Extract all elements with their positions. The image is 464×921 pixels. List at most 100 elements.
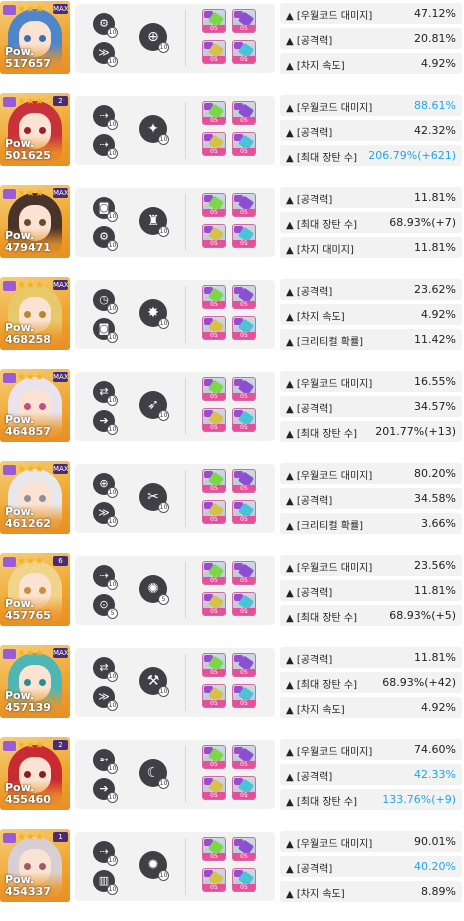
equipment-icon[interactable]: 05 (202, 224, 226, 248)
stat-row: ▲ [크리티컬 확률] 11.42% (280, 329, 462, 350)
equipment-icon[interactable]: 05 (232, 285, 256, 309)
character-portrait[interactable]: ★★★ MAX Pow. 468258 (0, 277, 70, 350)
character-portrait[interactable]: ★★★ 2 Pow. 455460 (0, 737, 70, 810)
equipment-icon[interactable]: 05 (232, 224, 256, 248)
stat-list: ▲ [우월코드 대미지] 16.55% ▲ [공격력] 34.57% ▲ [최대 장탄 … (280, 369, 464, 444)
equipment-icon[interactable]: 05 (202, 653, 226, 677)
class-icon (3, 648, 16, 659)
equipment-icon[interactable]: 05 (202, 9, 226, 33)
equipment-level: 05 (203, 332, 225, 339)
character-portrait[interactable]: ★★★ MAX Pow. 479471 (0, 185, 70, 258)
equipment-icon[interactable]: 05 (202, 408, 226, 432)
panel-divider (185, 102, 186, 159)
equipment-icon[interactable]: 05 (202, 132, 226, 156)
equipment-level: 05 (233, 332, 255, 339)
equipment-icon[interactable]: 05 (202, 40, 226, 64)
character-portrait[interactable]: ★★★ MAX Pow. 457139 (0, 645, 70, 718)
equipment-icon[interactable]: 05 (202, 868, 226, 892)
equipment-icon[interactable]: 05 (202, 316, 226, 340)
character-portrait[interactable]: ★★★ MAX Pow. 461262 (0, 461, 70, 534)
equipment-icon[interactable]: 05 (232, 193, 256, 217)
nikke-row[interactable]: ★★★ MAX Pow. 479471 ◙ 10 ⚙ 10 ♜ 10 05 05 05 05 ▲ [공격력]… (0, 184, 464, 262)
class-icon (3, 556, 16, 567)
equipment-icon[interactable]: 05 (232, 9, 256, 33)
stat-name: ▲ [공격력] (286, 864, 333, 875)
stat-row: ▲ [차지 속도] 4.92% (280, 304, 462, 325)
equipment-icon[interactable]: 05 (202, 285, 226, 309)
equipment-icon[interactable]: 05 (232, 316, 256, 340)
equipment-icon[interactable]: 05 (232, 40, 256, 64)
skill-level-badge: 10 (107, 516, 118, 527)
equipment-icon[interactable]: 05 (232, 745, 256, 769)
stat-value: 16.55% (414, 375, 456, 388)
skill-level-badge: 10 (107, 763, 118, 774)
stat-row: ▲ [차지 속도] 8.89% (280, 881, 462, 902)
nikke-row[interactable]: ★★★ MAX Pow. 464857 ⇄ 10 ➔ 10 ➶ 10 05 05 05 05 ▲ [우월코드… (0, 368, 464, 446)
equipment-icon[interactable]: 05 (202, 193, 226, 217)
equipment-icon[interactable]: 05 (202, 592, 226, 616)
skill-cube-panel: ◙ 10 ⚙ 10 ♜ 10 05 05 05 05 (75, 188, 275, 257)
skill-cube-panel: ⇢ 10 ⊙ 5 ✺ 5 05 05 05 05 (75, 556, 275, 625)
character-eye (24, 587, 31, 594)
equipment-level: 05 (203, 240, 225, 247)
equipment-icon[interactable]: 05 (202, 684, 226, 708)
equipment-level: 05 (203, 669, 225, 676)
star-rating: ★★★ (17, 555, 44, 567)
equipment-icon[interactable]: 05 (202, 377, 226, 401)
equipment-icon[interactable]: 05 (232, 377, 256, 401)
equipment-icon[interactable]: 05 (232, 868, 256, 892)
equipment-icon[interactable]: 05 (232, 469, 256, 493)
stat-name: ▲ [크리티컬 확률] (286, 521, 364, 532)
equipment-icon[interactable]: 05 (232, 684, 256, 708)
equipment-icon[interactable]: 05 (202, 500, 226, 524)
stat-name: ▲ [우월코드 대미지] (286, 471, 373, 482)
character-portrait[interactable]: ★★★ MAX Pow. 517657 (0, 1, 70, 74)
star-rating: ★★★ (17, 831, 44, 843)
badge-group: ★★★ (3, 372, 44, 383)
equipment-icon[interactable]: 05 (202, 776, 226, 800)
equipment-icon[interactable]: 05 (202, 837, 226, 861)
nikke-list: ★★★ MAX Pow. 517657 ⚙ 10 ≫ 10 ⊕ 10 05 05 05 05 ▲ [우월코드… (0, 0, 464, 921)
stat-name: ▲ [차지 속도] (286, 705, 345, 716)
character-eye (39, 771, 46, 778)
equipment-icon[interactable]: 05 (232, 776, 256, 800)
equipment-icon[interactable]: 05 (232, 500, 256, 524)
nikke-row[interactable]: ★★★ 2 Pow. 501625 ⇢ 10 ⇢ 10 ✦ 10 05 05 05 05 ▲ [우월코드 대… (0, 92, 464, 170)
character-portrait[interactable]: ★★★ 1 Pow. 454337 (0, 829, 70, 902)
equipment-icon[interactable]: 05 (202, 745, 226, 769)
nikke-row[interactable]: ★★★ MAX Pow. 461262 ⊕ 10 ≫ 10 ✂ 10 05 05 05 05 ▲ [우월코드… (0, 460, 464, 538)
nikke-row[interactable]: ★★★ 1 Pow. 454337 ⇢ 10 ▥ 10 ✹ 10 05 05 05 05 ▲ [우월코드 대… (0, 828, 464, 906)
stat-name: ▲ [우월코드 대미지] (286, 11, 373, 22)
equipment-level: 05 (203, 853, 225, 860)
equipment-icon[interactable]: 05 (202, 469, 226, 493)
stat-row: ▲ [최대 장탄 수] 68.93%(+42) (280, 672, 462, 693)
stat-name: ▲ [차지 속도] (286, 312, 345, 323)
nikke-row[interactable]: ★★★ 6 Pow. 457765 ⇢ 10 ⊙ 5 ✺ 5 05 05 05 05 ▲ [우월코드 대미지… (0, 552, 464, 630)
equipment-level: 05 (233, 485, 255, 492)
power-value: 468258 (5, 333, 51, 346)
equipment-icon[interactable]: 05 (232, 592, 256, 616)
character-portrait[interactable]: ★★★ 2 Pow. 501625 (0, 93, 70, 166)
equipment-icon[interactable]: 05 (232, 132, 256, 156)
equipment-icon[interactable]: 05 (232, 408, 256, 432)
nikke-row[interactable]: ★★★ MAX Pow. 457139 ⇄ 10 ≫ 10 ⚒ 10 05 05 05 05 ▲ [공격력]… (0, 644, 464, 722)
nikke-row[interactable]: ★★★ MAX Pow. 468258 ◷ 10 ◙ 10 ✸ 10 05 05 05 05 ▲ [공격력]… (0, 276, 464, 354)
equipment-icon[interactable]: 05 (232, 561, 256, 585)
class-icon (3, 96, 16, 107)
equipment-icon[interactable]: 05 (202, 561, 226, 585)
nikke-row[interactable]: ★★★ MAX Pow. 517657 ⚙ 10 ≫ 10 ⊕ 10 05 05 05 05 ▲ [우월코드… (0, 0, 464, 78)
character-portrait[interactable]: ★★★ MAX Pow. 464857 (0, 369, 70, 442)
star-rating: ★★★ (17, 463, 44, 475)
equipment-icon[interactable]: 05 (232, 653, 256, 677)
nikke-row[interactable]: ★★★ 2 Pow. 455460 ➵ 10 ➔ 10 ☾ 10 05 05 05 05 ▲ [우월코드 대… (0, 736, 464, 814)
equipment-level: 05 (203, 608, 225, 615)
equipment-icon[interactable]: 05 (202, 101, 226, 125)
stat-list: ▲ [우월코드 대미지] 90.01% ▲ [공격력] 40.20% ▲ [차지 속도]… (280, 829, 464, 904)
equipment-level: 05 (203, 516, 225, 523)
stat-row: ▲ [우월코드 대미지] 74.60% (280, 739, 462, 760)
stat-row: ▲ [우월코드 대미지] 47.12% (280, 3, 462, 24)
character-portrait[interactable]: ★★★ 6 Pow. 457765 (0, 553, 70, 626)
equipment-icon[interactable]: 05 (232, 101, 256, 125)
equipment-icon[interactable]: 05 (232, 837, 256, 861)
skill-level-badge: 10 (107, 240, 118, 251)
